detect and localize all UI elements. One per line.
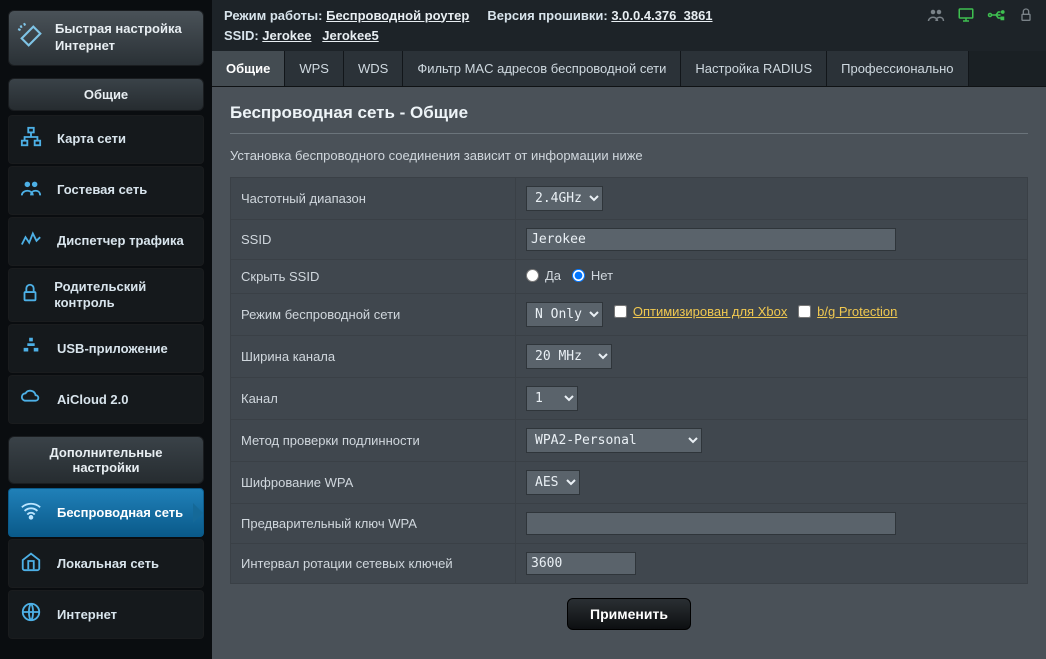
tab-macfilter[interactable]: Фильтр MAC адресов беспроводной сети <box>403 51 681 86</box>
band-select[interactable]: 2.4GHz <box>526 186 603 211</box>
xbox-optimize-checkbox[interactable] <box>614 305 627 318</box>
wireless-mode-select[interactable]: N Only <box>526 302 603 327</box>
lock-status-icon[interactable] <box>1016 6 1036 24</box>
guest-network-icon <box>17 177 45 204</box>
panel-description: Установка беспроводного соединения завис… <box>230 148 1028 163</box>
settings-panel: Беспроводная сеть - Общие Установка бесп… <box>212 87 1046 659</box>
firmware-label: Версия прошивки: <box>487 8 607 23</box>
sidebar-item-label: Карта сети <box>57 131 126 147</box>
sidebar-item-usb-app[interactable]: USB-приложение <box>8 324 204 373</box>
xbox-optimize-label[interactable]: Оптимизирован для Xbox <box>633 304 787 319</box>
wpa-psk-input[interactable] <box>526 512 896 535</box>
bg-protection-label[interactable]: b/g Protection <box>817 304 897 319</box>
topbar: Режим работы: Беспроводной роутер Версия… <box>212 0 1046 45</box>
auth-method-label: Метод проверки подлинности <box>231 420 516 462</box>
sidebar-item-lan[interactable]: Локальная сеть <box>8 539 204 588</box>
network-map-icon <box>17 126 45 153</box>
hide-ssid-yes-label: Да <box>545 268 561 283</box>
settings-table: Частотный диапазон 2.4GHz SSID Скрыть SS… <box>230 177 1028 584</box>
sidebar-item-label: Диспетчер трафика <box>57 233 184 249</box>
quick-setup-label: Быстрая настройка Интернет <box>55 21 195 55</box>
sidebar-item-label: Локальная сеть <box>57 556 159 572</box>
hide-ssid-no-radio[interactable] <box>572 269 585 282</box>
channel-label: Канал <box>231 378 516 420</box>
magic-wand-icon <box>17 22 45 53</box>
users-icon[interactable] <box>926 6 946 24</box>
hide-ssid-yes-radio[interactable] <box>526 269 539 282</box>
sidebar-item-guest-network[interactable]: Гостевая сеть <box>8 166 204 215</box>
sidebar-item-label: Гостевая сеть <box>57 182 147 198</box>
parental-control-icon <box>17 282 42 309</box>
sidebar-item-wireless[interactable]: Беспроводная сеть <box>8 488 204 537</box>
band-label: Частотный диапазон <box>231 178 516 220</box>
tab-wds[interactable]: WDS <box>344 51 403 86</box>
auth-method-select[interactable]: WPA2-Personal <box>526 428 702 453</box>
firmware-link[interactable]: 3.0.0.4.376_3861 <box>611 8 712 23</box>
main-content: Режим работы: Беспроводной роутер Версия… <box>212 0 1046 659</box>
sidebar-item-label: AiCloud 2.0 <box>57 392 129 408</box>
tab-general[interactable]: Общие <box>212 51 285 86</box>
tab-wps[interactable]: WPS <box>285 51 344 86</box>
sidebar-item-label: Родительский контроль <box>54 279 195 312</box>
hide-ssid-label: Скрыть SSID <box>231 260 516 294</box>
bg-protection-checkbox[interactable] <box>798 305 811 318</box>
quick-setup-button[interactable]: Быстрая настройка Интернет <box>8 10 204 66</box>
sidebar-item-internet[interactable]: Интернет <box>8 590 204 639</box>
sidebar: Быстрая настройка Интернет Общие Карта с… <box>0 0 212 659</box>
channel-select[interactable]: 1 <box>526 386 578 411</box>
rekey-interval-label: Интервал ротации сетевых ключей <box>231 544 516 584</box>
wpa-encryption-select[interactable]: AES <box>526 470 580 495</box>
channel-width-label: Ширина канала <box>231 336 516 378</box>
sidebar-item-label: USB-приложение <box>57 341 168 357</box>
ssid1-link[interactable]: Jerokee <box>262 28 311 43</box>
apply-button[interactable]: Применить <box>567 598 691 630</box>
sidebar-item-label: Интернет <box>57 607 117 623</box>
wireless-icon <box>17 499 45 526</box>
wireless-mode-label: Режим беспроводной сети <box>231 294 516 336</box>
tab-pro[interactable]: Профессионально <box>827 51 968 86</box>
lan-icon <box>17 550 45 577</box>
usb-app-icon <box>17 335 45 362</box>
section-header-advanced: Дополнительные настройки <box>8 436 204 484</box>
hide-ssid-no-label: Нет <box>591 268 613 283</box>
section-header-general: Общие <box>8 78 204 111</box>
sidebar-item-traffic-manager[interactable]: Диспетчер трафика <box>8 217 204 266</box>
wpa-encryption-label: Шифрование WPA <box>231 462 516 504</box>
sidebar-item-parental-control[interactable]: Родительский контроль <box>8 268 204 323</box>
wpa-psk-label: Предварительный ключ WPA <box>231 504 516 544</box>
ssid-input[interactable] <box>526 228 896 251</box>
internet-icon <box>17 601 45 628</box>
channel-width-select[interactable]: 20 MHz <box>526 344 612 369</box>
sidebar-item-network-map[interactable]: Карта сети <box>8 115 204 164</box>
ssid-field-label: SSID <box>231 220 516 260</box>
monitor-icon[interactable] <box>956 6 976 24</box>
mode-link[interactable]: Беспроводной роутер <box>326 8 469 23</box>
ssid-label: SSID: <box>224 28 259 43</box>
aicloud-icon <box>17 386 45 413</box>
rekey-interval-input[interactable] <box>526 552 636 575</box>
sidebar-item-aicloud[interactable]: AiCloud 2.0 <box>8 375 204 424</box>
panel-title: Беспроводная сеть - Общие <box>230 103 1028 134</box>
tabs: Общие WPS WDS Фильтр MAC адресов беспров… <box>212 51 1046 87</box>
traffic-manager-icon <box>17 228 45 255</box>
usb-icon[interactable] <box>986 6 1006 24</box>
tab-radius[interactable]: Настройка RADIUS <box>681 51 827 86</box>
ssid2-link[interactable]: Jerokee5 <box>322 28 378 43</box>
mode-label: Режим работы: <box>224 8 322 23</box>
sidebar-item-label: Беспроводная сеть <box>57 505 183 521</box>
